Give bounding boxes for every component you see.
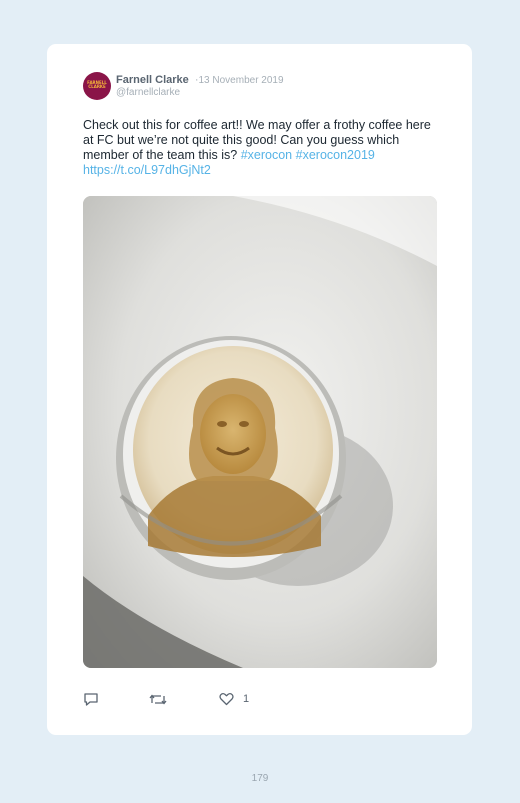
latte-art-eye-right	[239, 421, 249, 427]
tweet-text: Check out this for coffee art!! We may o…	[83, 118, 443, 178]
reply-button[interactable]	[83, 689, 99, 709]
page-number: 179	[251, 773, 269, 784]
author-name[interactable]: Farnell Clarke	[116, 74, 189, 86]
latte-art-eye-left	[217, 421, 227, 427]
hashtag-link[interactable]: #xerocon2019	[296, 148, 375, 162]
retweet-icon	[149, 693, 167, 705]
coffee-art-photo[interactable]	[83, 196, 437, 668]
post-date[interactable]: 13 November 2019	[199, 75, 284, 86]
tweet-url-link[interactable]: https://t.co/L97dhGjNt2	[83, 163, 211, 177]
tweet-card: FARNELL CLARKE Farnell Clarke ·13 Novemb…	[47, 44, 472, 735]
latte-art-face	[200, 394, 266, 474]
reply-icon	[84, 692, 98, 706]
retweet-button[interactable]	[149, 689, 167, 709]
avatar[interactable]: FARNELL CLARKE	[83, 72, 111, 100]
like-count: 1	[243, 693, 250, 705]
heart-icon	[219, 692, 234, 706]
like-button[interactable]: 1	[219, 689, 249, 709]
hashtag-link[interactable]: #xerocon	[241, 148, 292, 162]
avatar-logo-text: FARNELL CLARKE	[87, 80, 107, 89]
author-handle[interactable]: @farnellclarke	[116, 86, 180, 99]
tweet-actions: 1	[83, 689, 443, 709]
